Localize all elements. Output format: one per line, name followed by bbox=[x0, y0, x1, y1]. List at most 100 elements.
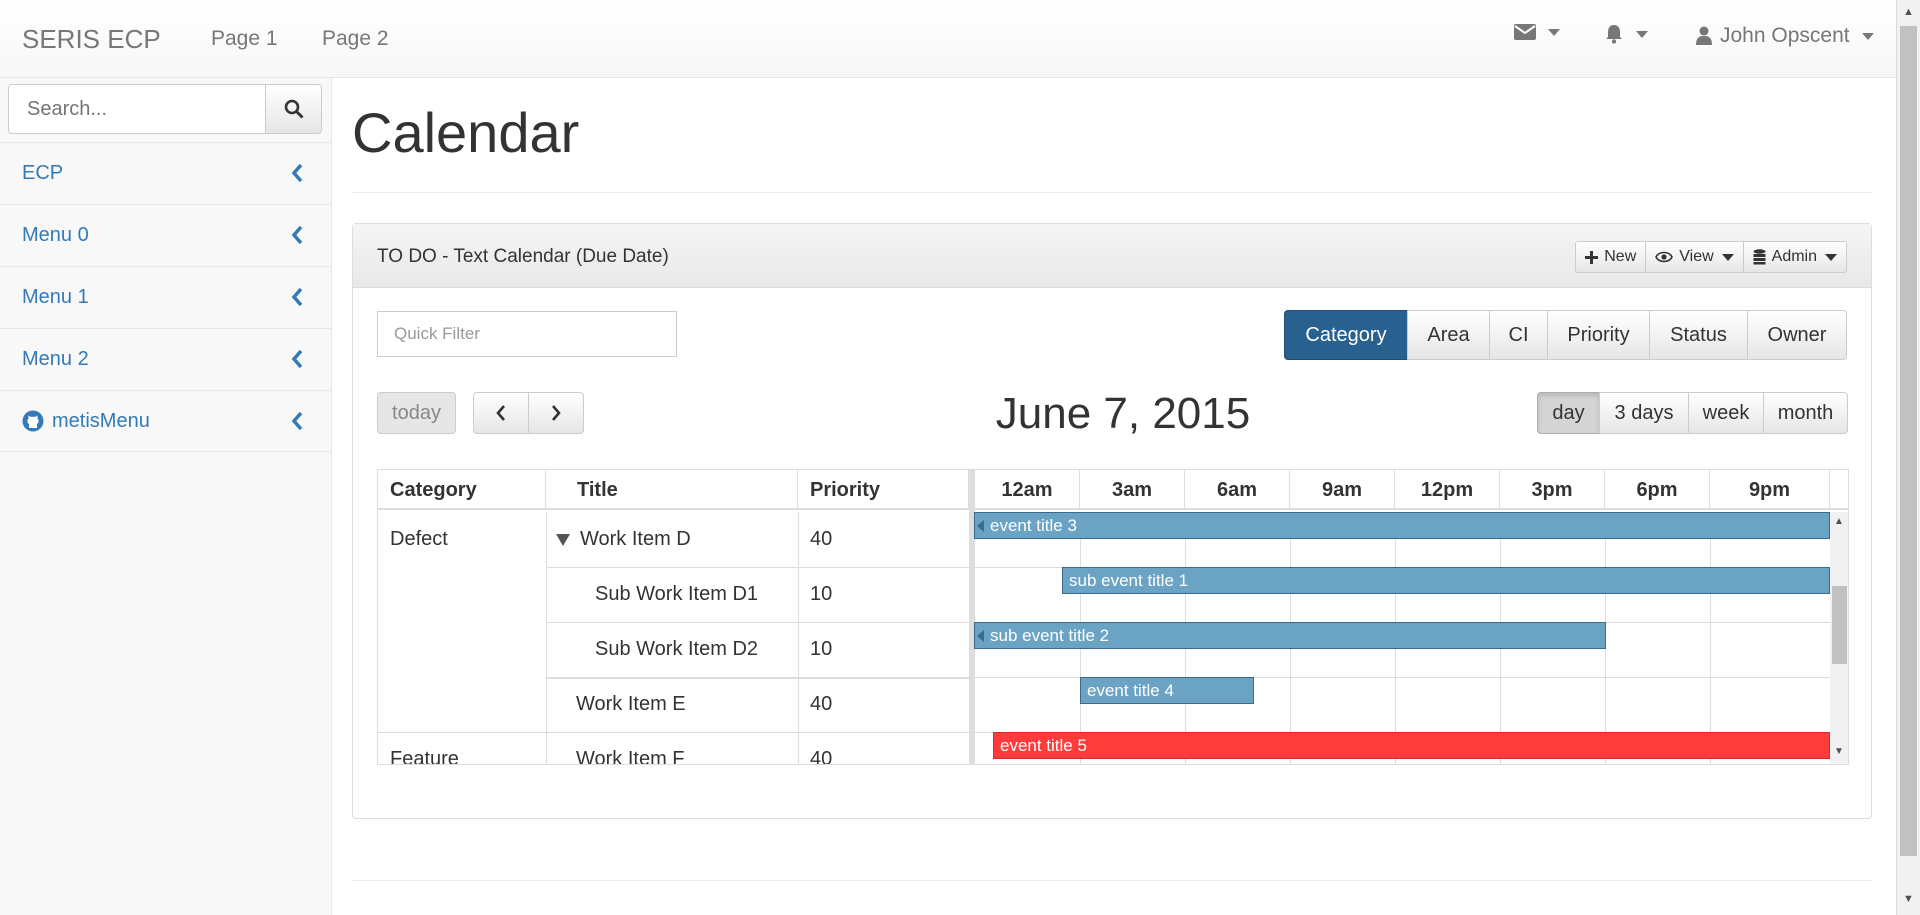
title-cell[interactable]: Work Item F bbox=[576, 732, 685, 764]
table-row[interactable]: Work Item D bbox=[556, 512, 691, 567]
chevron-left-icon bbox=[291, 225, 303, 245]
title-cell[interactable]: Sub Work Item D1 bbox=[595, 567, 758, 622]
sidebar-item-label: metisMenu bbox=[52, 409, 150, 432]
next-button[interactable] bbox=[528, 392, 584, 434]
messages-dropdown[interactable] bbox=[1514, 24, 1560, 40]
title-cell: Work Item D bbox=[580, 528, 691, 550]
alerts-dropdown[interactable] bbox=[1604, 24, 1648, 44]
chevron-left-icon bbox=[496, 405, 505, 421]
page-scrollbar[interactable]: ▲ ▼ bbox=[1896, 0, 1920, 915]
view-month-button[interactable]: month bbox=[1763, 392, 1848, 434]
new-label: New bbox=[1604, 248, 1637, 265]
brand-logo[interactable]: SERIS ECP bbox=[22, 24, 161, 55]
search-input[interactable] bbox=[8, 84, 266, 134]
time-header: 12pm bbox=[1395, 470, 1500, 510]
event-bar[interactable]: event title 4 bbox=[1080, 677, 1254, 704]
sidebar-item-menu-0[interactable]: Menu 0 bbox=[0, 204, 331, 266]
column-header-priority[interactable]: Priority bbox=[798, 470, 969, 510]
chevron-down-icon bbox=[1861, 32, 1874, 40]
column-header-title[interactable]: Title bbox=[546, 470, 798, 510]
time-header: 3am bbox=[1080, 470, 1185, 510]
event-bar[interactable]: sub event title 1 bbox=[1062, 567, 1830, 594]
group-by-area-button[interactable]: Area bbox=[1407, 310, 1490, 360]
sidebar-item-label: Menu 0 bbox=[22, 224, 89, 246]
chevron-left-icon bbox=[291, 163, 303, 183]
sidebar-item-menu-2[interactable]: Menu 2 bbox=[0, 328, 331, 390]
view-buttons: day 3 days week month bbox=[1537, 392, 1848, 434]
sidebar-item-label: ECP bbox=[22, 162, 64, 184]
chevron-down-icon bbox=[1636, 30, 1648, 38]
nav-link-page-2[interactable]: Page 2 bbox=[322, 27, 389, 51]
divider bbox=[352, 192, 1872, 193]
view-3days-button[interactable]: 3 days bbox=[1599, 392, 1689, 434]
bell-icon bbox=[1606, 25, 1622, 44]
panel-title: TO DO - Text Calendar (Due Date) bbox=[377, 246, 669, 267]
quick-filter-input[interactable]: Quick Filter bbox=[377, 311, 677, 357]
event-label: event title 3 bbox=[990, 515, 1077, 535]
priority-cell: 10 bbox=[810, 583, 833, 605]
scrollbar-thumb[interactable] bbox=[1900, 26, 1917, 856]
category-cell: Feature bbox=[390, 748, 459, 765]
sidebar-search bbox=[8, 84, 322, 134]
search-icon bbox=[284, 99, 304, 119]
sidebar-item-label: Menu 2 bbox=[22, 348, 89, 370]
event-bar[interactable]: event title 5 bbox=[993, 732, 1830, 759]
divider bbox=[352, 880, 1872, 881]
scroll-up-arrow-icon[interactable]: ▲ bbox=[1903, 6, 1914, 18]
priority-cell: 10 bbox=[810, 638, 833, 660]
scroll-up-arrow-icon[interactable]: ▲ bbox=[1834, 516, 1844, 527]
prev-button[interactable] bbox=[473, 392, 529, 434]
column-header-category[interactable]: Category bbox=[378, 470, 546, 510]
user-name: John Opscent bbox=[1720, 24, 1850, 47]
envelope-icon bbox=[1514, 24, 1536, 40]
search-button[interactable] bbox=[266, 84, 322, 134]
event-label: sub event title 1 bbox=[1069, 570, 1189, 590]
event-bar[interactable]: sub event title 2 bbox=[974, 622, 1606, 649]
sidebar-item-ecp[interactable]: ECP bbox=[0, 142, 331, 204]
group-by-owner-button[interactable]: Owner bbox=[1747, 310, 1847, 360]
priority-cell: 40 bbox=[810, 528, 833, 550]
group-by-category-button[interactable]: Category bbox=[1284, 310, 1408, 360]
nav-link-page-1[interactable]: Page 1 bbox=[211, 27, 278, 51]
title-cell[interactable]: Work Item E bbox=[576, 677, 686, 732]
time-header: 9am bbox=[1290, 470, 1395, 510]
panel-actions: New View Admin bbox=[1575, 241, 1847, 273]
scroll-down-arrow-icon[interactable]: ▼ bbox=[1834, 746, 1844, 757]
user-icon bbox=[1696, 26, 1712, 45]
title-cell[interactable]: Sub Work Item D2 bbox=[595, 622, 758, 677]
scrollbar-thumb[interactable] bbox=[1832, 586, 1847, 664]
database-icon bbox=[1753, 249, 1766, 265]
collapse-toggle-icon[interactable] bbox=[556, 533, 570, 546]
today-button[interactable]: today bbox=[377, 392, 456, 434]
group-by-status-button[interactable]: Status bbox=[1649, 310, 1748, 360]
event-label: event title 4 bbox=[1087, 680, 1174, 700]
chevron-down-icon bbox=[1721, 253, 1734, 261]
event-bar[interactable]: event title 3 bbox=[974, 512, 1830, 539]
sidebar-item-metismenu[interactable]: metisMenu bbox=[0, 390, 331, 452]
grid-scrollbar[interactable]: ▲ ▼ bbox=[1830, 512, 1848, 764]
user-dropdown[interactable]: John Opscent bbox=[1696, 24, 1874, 48]
event-label: sub event title 2 bbox=[990, 625, 1110, 645]
priority-cell: 40 bbox=[810, 693, 833, 715]
group-by-ci-button[interactable]: CI bbox=[1489, 310, 1548, 360]
top-navbar: SERIS ECP Page 1 Page 2 John Opscent bbox=[0, 0, 1896, 78]
view-day-button[interactable]: day bbox=[1537, 392, 1600, 434]
grid-header: Category Title Priority 12am 3am 6am 9am… bbox=[378, 470, 1848, 510]
new-button[interactable]: New bbox=[1575, 241, 1647, 273]
time-header: 12am bbox=[975, 470, 1080, 510]
group-by-priority-button[interactable]: Priority bbox=[1547, 310, 1650, 360]
view-week-button[interactable]: week bbox=[1688, 392, 1764, 434]
category-cell: Defect bbox=[390, 528, 448, 550]
time-header: 6am bbox=[1185, 470, 1290, 510]
admin-label: Admin bbox=[1771, 248, 1817, 265]
scheduler-grid: Category Title Priority 12am 3am 6am 9am… bbox=[377, 469, 1849, 765]
chevron-down-icon bbox=[1548, 28, 1560, 36]
chevron-right-icon bbox=[552, 405, 561, 421]
view-button[interactable]: View bbox=[1645, 241, 1744, 273]
chevron-left-icon bbox=[291, 349, 303, 369]
scroll-down-arrow-icon[interactable]: ▼ bbox=[1903, 893, 1914, 905]
panel-header: TO DO - Text Calendar (Due Date) New Vie… bbox=[353, 224, 1871, 288]
admin-button[interactable]: Admin bbox=[1742, 241, 1847, 273]
github-icon bbox=[22, 410, 44, 432]
sidebar-item-menu-1[interactable]: Menu 1 bbox=[0, 266, 331, 328]
